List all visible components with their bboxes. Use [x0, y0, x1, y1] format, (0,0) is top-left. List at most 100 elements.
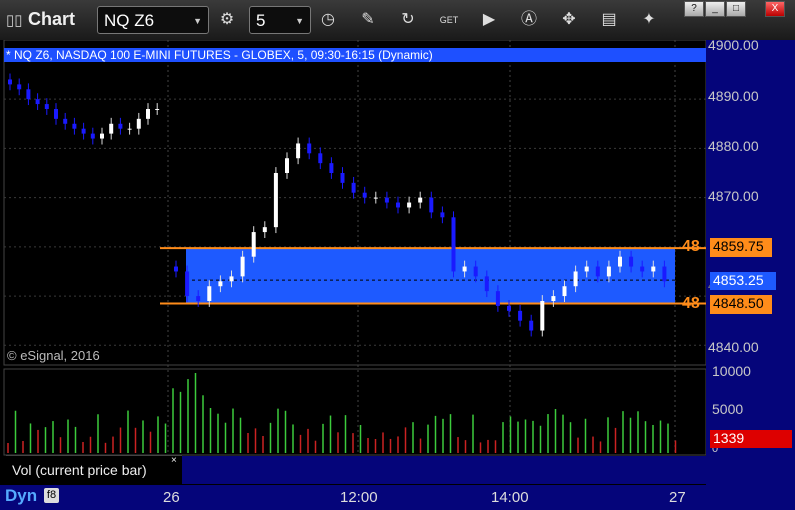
symbol-selector[interactable]: NQ Z6 ▼: [97, 6, 209, 34]
play-icon[interactable]: ▶: [478, 9, 500, 31]
gear-icon[interactable]: ⚙: [216, 9, 238, 31]
candle: [229, 276, 234, 282]
candle: [429, 197, 434, 213]
lower-level-tag: 4848.50: [710, 295, 772, 314]
candle: [384, 197, 389, 203]
candle: [207, 286, 212, 301]
candle: [606, 266, 611, 277]
mode-icon[interactable]: f8: [44, 488, 59, 503]
time-label: 26: [163, 489, 180, 506]
candle: [340, 173, 345, 183]
volume-label: 10000: [712, 363, 751, 379]
candle-prev: [44, 104, 49, 109]
symbol-value: NQ Z6: [104, 11, 155, 30]
price-chart[interactable]: [0, 40, 795, 510]
candle: [629, 256, 634, 267]
help-button[interactable]: ?: [684, 1, 704, 17]
candle: [540, 301, 545, 331]
candle: [640, 266, 645, 272]
pencil-icon[interactable]: ✎: [357, 9, 379, 31]
close-button[interactable]: X: [765, 1, 785, 17]
price-zone: [186, 248, 675, 304]
volume-legend-label: Vol (current price bar): [12, 462, 147, 478]
candle: [262, 227, 267, 233]
candle-prev: [155, 109, 160, 110]
price-label: 4900.00: [708, 37, 759, 53]
candle-prev: [100, 133, 104, 139]
time-label: 14:00: [491, 489, 529, 506]
candle: [373, 197, 378, 199]
candle-prev: [26, 89, 31, 100]
candle: [584, 266, 589, 272]
interval-selector[interactable]: 5 ▼: [249, 6, 311, 34]
candle-prev: [63, 118, 68, 124]
candle: [518, 310, 523, 321]
candle: [185, 271, 190, 297]
candle: [651, 266, 656, 272]
toolbar: ▯▯ Chart NQ Z6 ▼ ⚙ 5 ▼ ◷ ✎ ↻ GET ▶ Ⓐ ✥ ▤…: [0, 0, 795, 41]
twitter-icon[interactable]: ✦: [638, 9, 660, 31]
volume-label: 5000: [712, 401, 744, 417]
candle: [462, 266, 467, 272]
volume-axis: [706, 365, 795, 485]
last-price-tag: 4853.25: [710, 272, 776, 290]
candle: [473, 266, 478, 277]
candle-prev: [136, 118, 141, 129]
price-label: 4840.00: [708, 339, 759, 355]
tools-icon[interactable]: ✥: [558, 9, 580, 31]
price-label: 4880.00: [708, 138, 759, 154]
interval-value: 5: [256, 11, 266, 30]
candle-prev: [146, 109, 150, 119]
chevron-down-icon: ▼: [193, 16, 202, 26]
volume-legend-band: [182, 456, 706, 484]
upper-level-short: 48: [682, 238, 700, 255]
candle-prev: [35, 99, 40, 105]
dynamic-mode-label[interactable]: Dyn: [5, 486, 37, 506]
candle: [196, 296, 201, 301]
price-label: 4890.00: [708, 88, 759, 104]
candle-prev: [72, 123, 77, 129]
candle: [618, 256, 622, 267]
candle: [529, 320, 534, 331]
candle: [551, 296, 556, 301]
upper-level-tag: 4859.75: [710, 238, 772, 257]
candle-prev: [81, 128, 86, 134]
candle: [296, 143, 301, 159]
candle-prev: [90, 133, 95, 139]
candle-prev: [8, 79, 12, 85]
minimize-button[interactable]: _: [705, 1, 725, 17]
get-icon[interactable]: GET: [438, 9, 460, 31]
candle: [495, 291, 500, 306]
candle: [573, 271, 578, 287]
maximize-button[interactable]: □: [726, 1, 746, 17]
chart-area[interactable]: [0, 40, 795, 510]
candle: [662, 266, 667, 282]
close-icon[interactable]: ×: [171, 455, 177, 466]
candle: [451, 217, 456, 272]
candle: [484, 276, 489, 292]
candle-prev: [109, 123, 114, 134]
comment-icon[interactable]: ▤: [598, 9, 620, 31]
candle: [562, 286, 567, 297]
candle: [174, 266, 178, 272]
candle: [218, 281, 223, 287]
clock-icon[interactable]: ◷: [317, 9, 339, 31]
candle-prev: [54, 109, 58, 119]
candle: [595, 266, 600, 277]
candle: [507, 305, 511, 311]
time-label: 27: [669, 489, 686, 506]
candle-prev: [127, 128, 132, 130]
window-title: Chart: [28, 9, 76, 29]
time-label: 12:00: [340, 489, 378, 506]
candle: [418, 197, 423, 203]
candle: [440, 212, 445, 218]
candle: [251, 232, 256, 257]
watermark: © eSignal, 2016: [7, 348, 100, 363]
candle-prev: [118, 123, 123, 129]
volume-legend[interactable]: Vol (current price bar): [6, 455, 182, 485]
lower-level-short: 48: [682, 295, 700, 312]
grip-icon[interactable]: ▯▯: [6, 11, 23, 29]
candle: [273, 173, 278, 228]
refresh-icon[interactable]: ↻: [397, 9, 419, 31]
alert-icon[interactable]: Ⓐ: [518, 9, 540, 31]
